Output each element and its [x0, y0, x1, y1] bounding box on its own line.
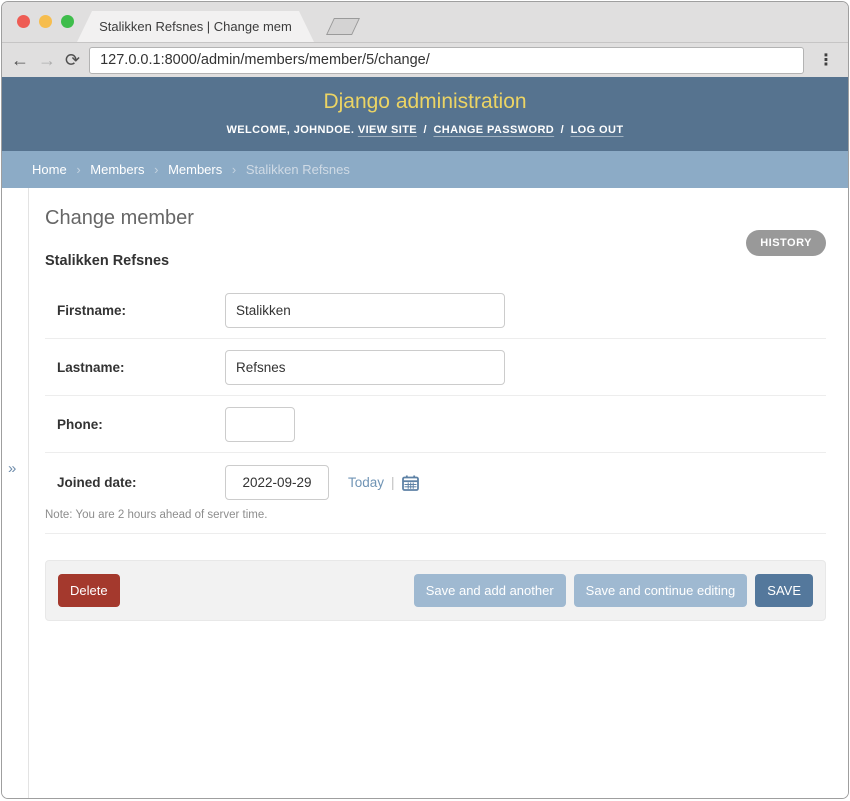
calendar-icon[interactable]: [402, 475, 419, 491]
nav-sidebar-collapsed: »: [2, 188, 29, 798]
delete-button[interactable]: Delete: [58, 574, 120, 607]
site-title: Django administration: [2, 90, 848, 114]
date-shortcuts: Today |: [348, 474, 419, 491]
joined-date-input[interactable]: [225, 465, 329, 500]
close-window-icon[interactable]: [17, 15, 30, 28]
firstname-input[interactable]: [225, 293, 505, 328]
save-add-another-button[interactable]: Save and add another: [414, 574, 566, 607]
joined-date-row: Joined date: Today |: [45, 453, 826, 534]
submit-row: Delete Save and add another Save and con…: [45, 560, 826, 621]
breadcrumb-separator: ›: [232, 162, 236, 177]
save-continue-button[interactable]: Save and continue editing: [574, 574, 748, 607]
new-tab-button[interactable]: [326, 18, 360, 35]
window-controls: [17, 15, 74, 28]
browser-tab[interactable]: Stalikken Refsnes | Change mem: [77, 11, 314, 42]
firstname-label: Firstname:: [57, 303, 225, 318]
username: JOHNDOE: [294, 124, 351, 136]
change-form: Firstname: Lastname: Phone: Joined date:: [45, 282, 826, 621]
breadcrumb-current: Stalikken Refsnes: [246, 162, 350, 177]
save-button[interactable]: SAVE: [755, 574, 813, 607]
history-button[interactable]: HISTORY: [746, 230, 826, 256]
back-icon[interactable]: ←: [11, 51, 29, 69]
browser-menu-icon[interactable]: ⋮: [813, 50, 839, 70]
tab-title: Stalikken Refsnes | Change mem: [99, 19, 292, 34]
save-button-group: Save and add another Save and continue e…: [414, 574, 813, 607]
breadcrumb-separator: ›: [154, 162, 158, 177]
today-link[interactable]: Today: [348, 475, 384, 490]
firstname-row: Firstname:: [45, 282, 826, 339]
shortcut-divider: |: [391, 475, 395, 490]
phone-input[interactable]: [225, 407, 295, 442]
lastname-row: Lastname:: [45, 339, 826, 396]
url-input[interactable]: [89, 47, 804, 74]
browser-toolbar: ← → ⟳ ⋮: [2, 42, 848, 77]
sidebar-toggle-icon[interactable]: »: [8, 460, 16, 477]
welcome-label: WELCOME,: [227, 124, 291, 136]
breadcrumb-separator: ›: [76, 162, 80, 177]
server-time-note: Note: You are 2 hours ahead of server ti…: [45, 509, 826, 521]
logout-link[interactable]: LOG OUT: [571, 124, 624, 136]
view-site-link[interactable]: VIEW SITE: [358, 124, 417, 136]
django-header: Django administration WELCOME, JOHNDOE. …: [2, 77, 848, 151]
phone-label: Phone:: [57, 417, 225, 432]
welcome-period: .: [351, 124, 354, 136]
breadcrumb-home[interactable]: Home: [32, 162, 67, 177]
link-separator: /: [424, 124, 427, 136]
minimize-window-icon[interactable]: [39, 15, 52, 28]
content-area: » Change member HISTORY Stalikken Refsne…: [2, 188, 848, 798]
object-title: Stalikken Refsnes: [45, 253, 826, 269]
refresh-icon[interactable]: ⟳: [65, 51, 80, 69]
breadcrumb-members-model[interactable]: Members: [168, 162, 222, 177]
maximize-window-icon[interactable]: [61, 15, 74, 28]
page-title: Change member: [45, 207, 826, 230]
joined-date-label: Joined date:: [57, 475, 225, 490]
breadcrumb: Home › Members › Members › Stalikken Ref…: [2, 151, 848, 188]
forward-icon: →: [38, 51, 56, 69]
browser-window: Stalikken Refsnes | Change mem ← → ⟳ ⋮ D…: [1, 1, 849, 799]
user-tools: WELCOME, JOHNDOE. VIEW SITE / CHANGE PAS…: [2, 124, 848, 136]
lastname-input[interactable]: [225, 350, 505, 385]
change-password-link[interactable]: CHANGE PASSWORD: [433, 124, 554, 136]
phone-row: Phone:: [45, 396, 826, 453]
breadcrumb-members-app[interactable]: Members: [90, 162, 144, 177]
link-separator: /: [561, 124, 564, 136]
lastname-label: Lastname:: [57, 360, 225, 375]
browser-tab-bar: Stalikken Refsnes | Change mem: [2, 2, 848, 42]
main-panel: Change member HISTORY Stalikken Refsnes …: [29, 188, 848, 798]
